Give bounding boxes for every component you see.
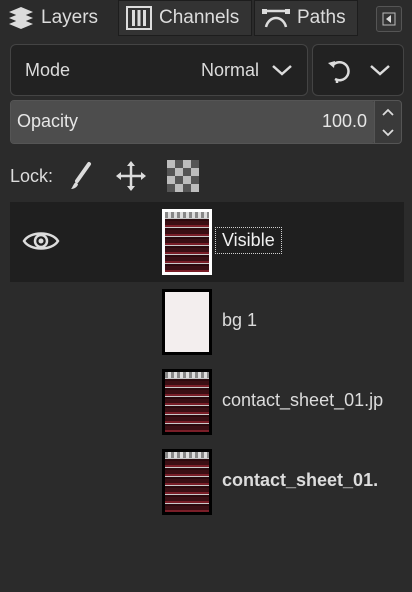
layer-row[interactable]: Visible <box>10 202 404 282</box>
lock-label: Lock: <box>10 165 54 186</box>
tab-channels[interactable]: Channels <box>118 0 252 36</box>
mode-value: Normal <box>200 59 259 80</box>
triangle-left-icon <box>382 12 396 26</box>
chevron-down-icon[interactable] <box>382 128 394 137</box>
tab-channels-label: Channels <box>159 7 240 28</box>
tab-layers[interactable]: Layers <box>0 0 114 36</box>
mode-label: Mode <box>25 59 71 80</box>
composite-mode-button[interactable] <box>312 44 404 96</box>
reset-icon <box>328 60 350 83</box>
chevron-down-icon <box>370 65 390 76</box>
layer-thumbnail[interactable] <box>162 369 212 435</box>
layer-name[interactable]: contact_sheet_01.jp <box>222 390 383 411</box>
lock-position-move-icon[interactable] <box>115 160 147 192</box>
layer-name[interactable]: contact_sheet_01. <box>222 470 378 491</box>
paths-icon <box>262 9 290 28</box>
dock-config-button[interactable] <box>376 6 402 32</box>
layer-thumbnail[interactable] <box>162 209 212 275</box>
layer-row[interactable]: contact_sheet_01.jp <box>10 362 404 442</box>
lock-row: Lock: <box>10 158 200 194</box>
layer-name[interactable]: bg 1 <box>222 310 257 331</box>
opacity-spinner[interactable] <box>374 101 401 143</box>
layer-thumbnail[interactable] <box>162 449 212 515</box>
tab-paths-label: Paths <box>297 7 346 28</box>
layer-row[interactable]: contact_sheet_01. <box>10 442 404 522</box>
chevron-down-icon <box>272 65 292 76</box>
opacity-label: Opacity <box>17 111 79 131</box>
opacity-slider[interactable]: Opacity 100.0 <box>10 100 402 144</box>
opacity-value: 100.0 <box>321 111 367 131</box>
tab-paths[interactable]: Paths <box>254 0 358 36</box>
mode-dropdown[interactable]: Mode Normal <box>10 44 308 96</box>
layer-name[interactable]: Visible <box>215 227 282 254</box>
lock-pixels-brush-icon[interactable] <box>67 161 95 191</box>
tab-layers-label: Layers <box>41 7 99 28</box>
layer-thumbnail[interactable] <box>162 289 212 355</box>
lock-alpha-checker-icon[interactable] <box>167 160 200 192</box>
layer-row[interactable]: bg 1 <box>10 282 404 362</box>
eye-visibility-icon[interactable] <box>22 226 60 256</box>
layers-list[interactable]: Visible bg 1 contact_sheet_01.jp contact… <box>10 202 404 592</box>
chevron-up-icon[interactable] <box>382 108 394 116</box>
dock-tab-bar: Layers Channels Paths <box>0 0 412 38</box>
channels-icon <box>126 6 152 30</box>
layers-icon <box>9 7 33 29</box>
